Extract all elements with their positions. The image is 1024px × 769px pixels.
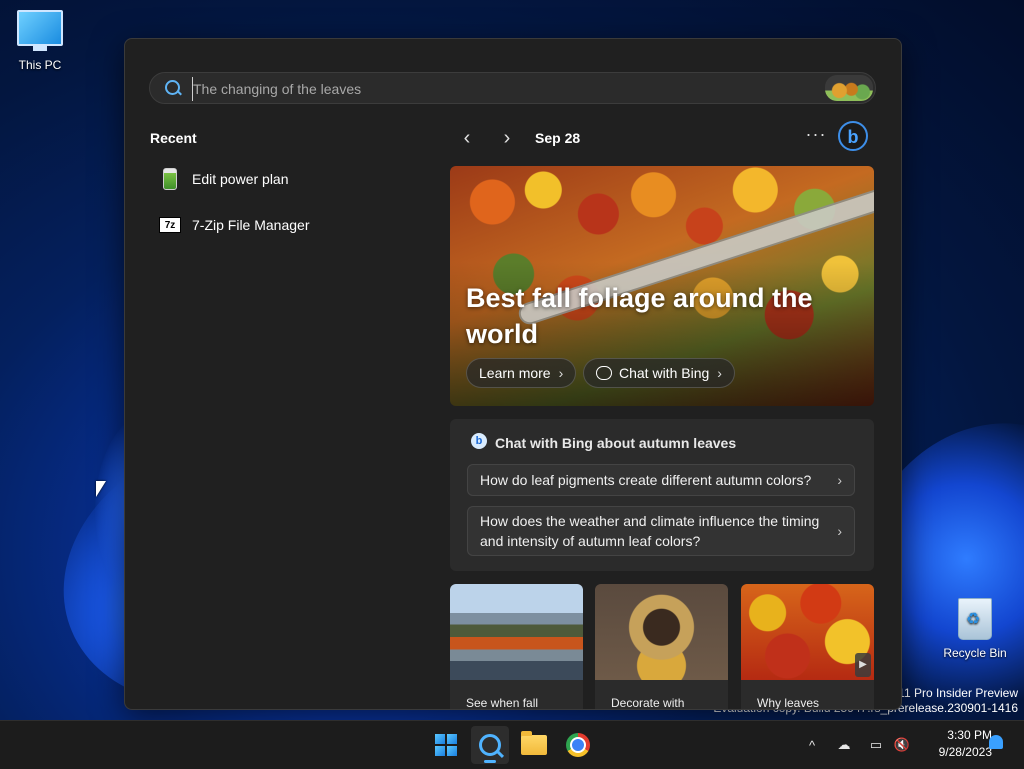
recycle-bin-icon xyxy=(958,598,992,640)
search-box[interactable] xyxy=(149,72,876,104)
wreath-image xyxy=(595,584,728,680)
thumbnail-card[interactable]: Decorate with xyxy=(595,584,728,709)
clock[interactable]: 3:30 PM 9/28/2023 xyxy=(918,727,992,761)
start-button[interactable] xyxy=(427,726,465,764)
search-input[interactable] xyxy=(192,77,815,101)
next-arrow-icon[interactable]: › xyxy=(496,127,518,149)
onedrive-icon[interactable]: ☁ xyxy=(834,721,854,769)
chrome-button[interactable] xyxy=(559,726,597,764)
hero-title: Best fall foliage around the world xyxy=(466,283,813,349)
7zip-icon: 7z xyxy=(159,214,181,236)
fall-mountain-image xyxy=(450,584,583,680)
mouse-cursor-icon xyxy=(96,481,106,497)
bing-icon: b xyxy=(471,433,487,449)
recent-item-label: Edit power plan xyxy=(192,171,289,187)
bing-question-2[interactable]: How does the weather and climate influen… xyxy=(467,506,855,556)
computer-icon xyxy=(17,10,63,51)
learn-more-button[interactable]: Learn more › xyxy=(466,358,577,388)
chat-card-title: Chat with Bing about autumn leaves xyxy=(495,435,737,451)
thumbnail-caption: See when fall xyxy=(466,696,539,709)
chevron-right-icon: › xyxy=(717,365,722,381)
clock-date: 9/28/2023 xyxy=(938,745,992,759)
active-indicator xyxy=(484,760,496,763)
scroll-right-icon[interactable]: ▶ xyxy=(855,653,871,677)
thumbnail-card[interactable]: Why leaves xyxy=(741,584,874,709)
chevron-right-icon: › xyxy=(558,365,564,381)
previous-arrow-icon[interactable]: ‹ xyxy=(456,127,478,149)
bing-chat-card: b Chat with Bing about autumn leaves How… xyxy=(450,419,874,571)
chat-with-bing-button[interactable]: Chat with Bing › xyxy=(583,358,735,388)
chat-with-bing-label: Chat with Bing xyxy=(619,365,710,381)
clock-time: 3:30 PM xyxy=(947,728,992,742)
question-text: How do leaf pigments create different au… xyxy=(480,472,812,488)
desktop-icon-recycle-bin[interactable]: Recycle Bin xyxy=(935,598,1015,660)
network-icon[interactable]: ▭ xyxy=(866,721,886,769)
thumbnail-caption: Why leaves xyxy=(757,696,820,709)
taskbar: ^ ☁ ▭ 🔇 3:30 PM 9/28/2023 xyxy=(0,720,1024,769)
search-button[interactable] xyxy=(471,726,509,764)
chevron-right-icon: › xyxy=(837,472,842,488)
recent-item-7zip[interactable]: 7z 7-Zip File Manager xyxy=(159,211,419,239)
recent-item-label: 7-Zip File Manager xyxy=(192,217,310,233)
desktop-icon-label: This PC xyxy=(18,58,62,72)
thumbnail-caption: Decorate with xyxy=(611,696,685,709)
chevron-right-icon: › xyxy=(837,523,842,539)
hero-card[interactable]: Best fall foliage around the world Learn… xyxy=(450,166,874,406)
learn-more-label: Learn more xyxy=(479,365,551,381)
file-explorer-button[interactable] xyxy=(515,726,553,764)
notification-bell-icon[interactable] xyxy=(989,735,1003,749)
highlights-date: Sep 28 xyxy=(535,130,581,146)
power-battery-icon xyxy=(159,168,181,190)
chevron-up-icon[interactable]: ^ xyxy=(802,721,822,769)
folder-icon xyxy=(521,731,547,755)
windows-logo-icon xyxy=(435,734,457,756)
watermark-line-1: s 11 Pro Insider Preview xyxy=(888,686,1018,700)
autumn-trees-icon xyxy=(825,75,873,101)
desktop-icon-this-pc[interactable]: This PC xyxy=(0,10,80,72)
bing-question-1[interactable]: How do leaf pigments create different au… xyxy=(467,464,855,496)
chat-bubble-icon xyxy=(596,366,612,380)
thumbnail-card[interactable]: See when fall xyxy=(450,584,583,709)
question-text: How does the weather and climate influen… xyxy=(480,513,820,549)
recent-heading: Recent xyxy=(150,130,197,146)
recent-item-edit-power-plan[interactable]: Edit power plan xyxy=(159,165,419,193)
more-icon[interactable]: ··· xyxy=(805,125,827,147)
desktop-icon-label: Recycle Bin xyxy=(943,646,1007,660)
search-icon xyxy=(165,80,180,95)
search-icon xyxy=(479,734,501,756)
bing-icon[interactable]: b xyxy=(838,121,868,151)
volume-muted-icon[interactable]: 🔇 xyxy=(892,721,912,769)
chrome-icon xyxy=(566,733,590,757)
search-panel: Recent Edit power plan 7z 7-Zip File Man… xyxy=(124,38,902,710)
